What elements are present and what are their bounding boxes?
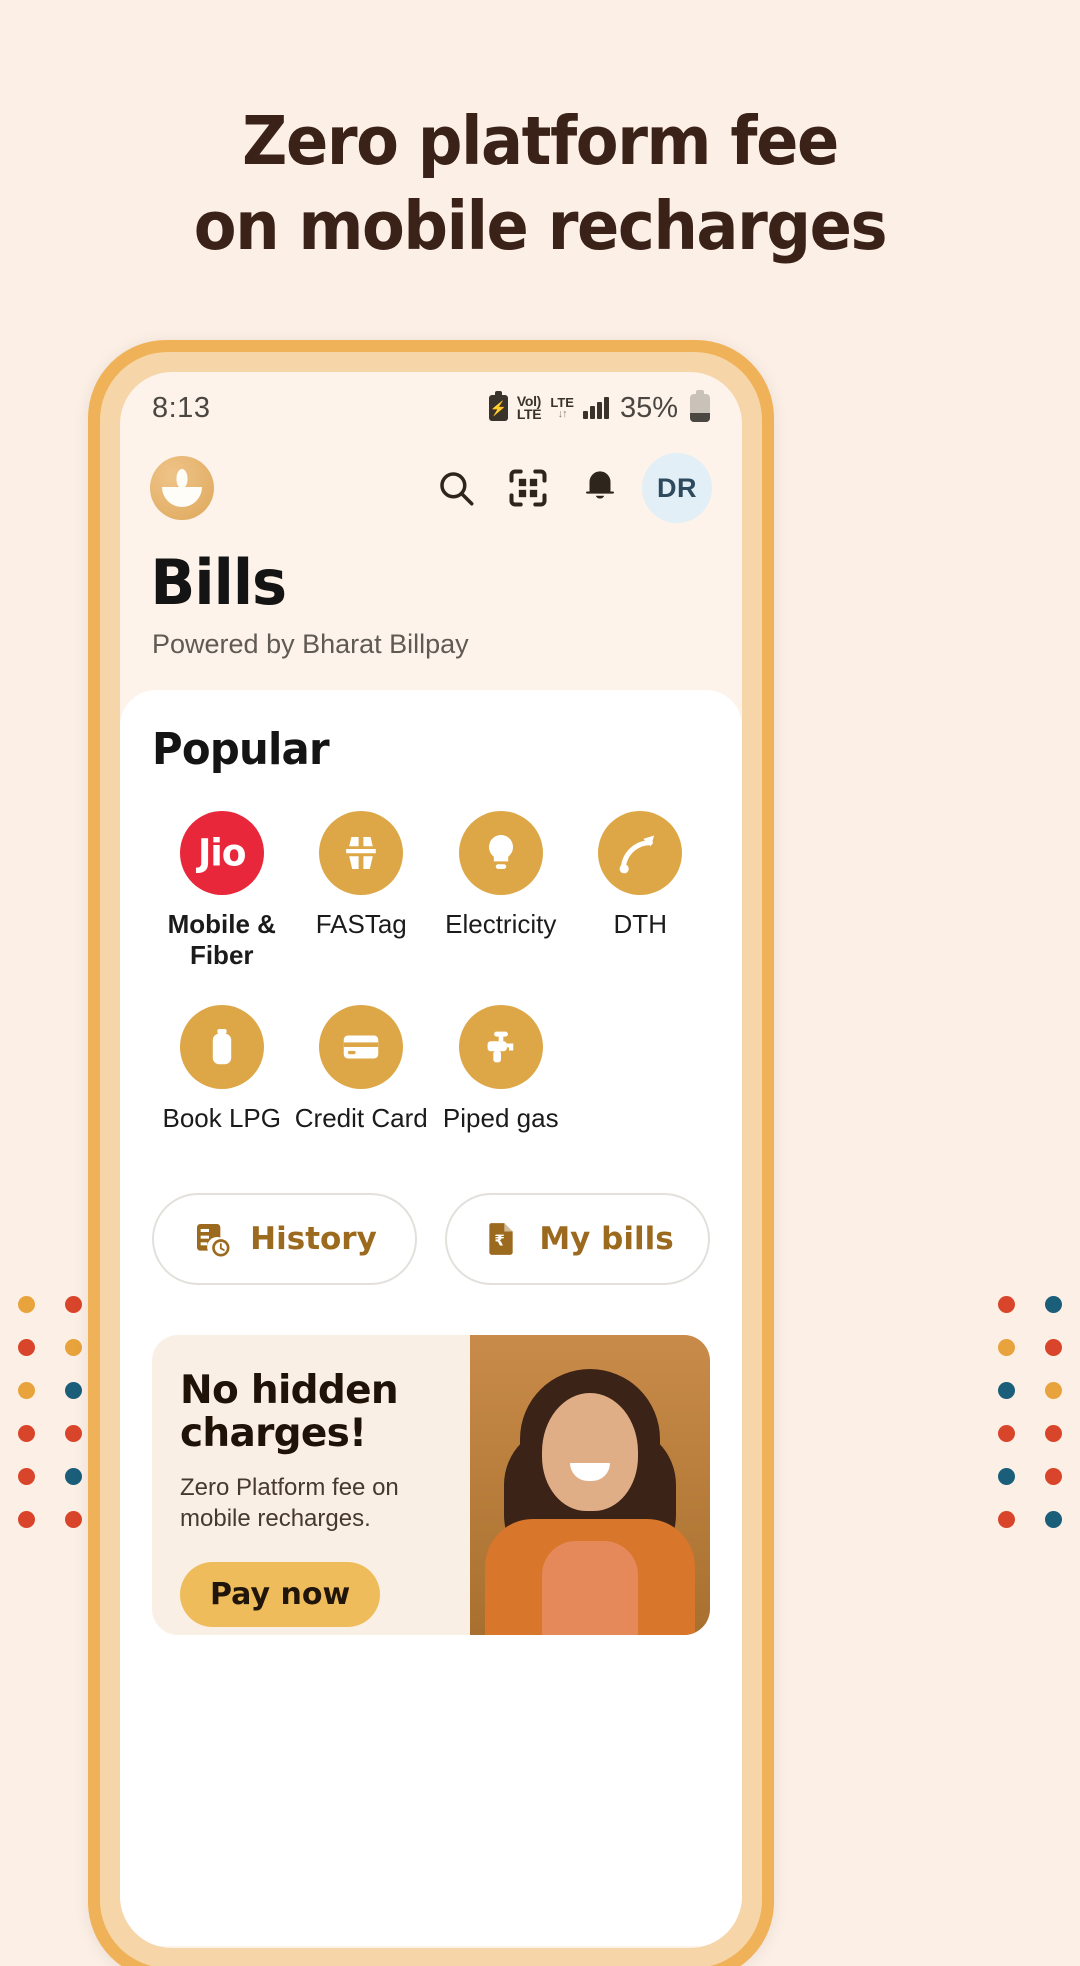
battery-icon bbox=[690, 390, 710, 422]
svg-text:₹: ₹ bbox=[495, 1231, 505, 1249]
decor-dot bbox=[65, 1382, 82, 1399]
popular-tile-label: FASTag bbox=[315, 909, 407, 939]
lte-data-icon: LTE ↓↑ bbox=[550, 395, 574, 420]
lte-arrows: ↓↑ bbox=[557, 407, 568, 420]
decor-dot bbox=[1045, 1382, 1062, 1399]
popular-tile[interactable]: Book LPG bbox=[152, 1005, 292, 1134]
promo-heading-line-2: charges! bbox=[180, 1411, 367, 1457]
decor-dot bbox=[998, 1425, 1015, 1442]
light-bulb-icon bbox=[458, 811, 543, 895]
decor-dot bbox=[1045, 1511, 1062, 1528]
headline-line-2: on mobile recharges bbox=[193, 187, 888, 265]
phone-inner-bezel: 8:13 Vol) LTE LTE ↓↑ 35% bbox=[100, 352, 762, 1966]
bell-icon[interactable] bbox=[564, 452, 636, 524]
decor-dot bbox=[998, 1296, 1015, 1313]
decor-dot bbox=[998, 1339, 1015, 1356]
popular-tile[interactable]: FASTag bbox=[292, 811, 432, 971]
decor-dot bbox=[18, 1511, 35, 1528]
satellite-dish-icon bbox=[598, 811, 683, 895]
decor-dot bbox=[65, 1296, 82, 1313]
decor-dots-left bbox=[18, 1296, 82, 1528]
logo-flame-shape bbox=[176, 469, 188, 488]
app-header: DR bbox=[120, 436, 742, 524]
decor-dot bbox=[998, 1382, 1015, 1399]
popular-tile[interactable]: Jio Mobile & Fiber bbox=[152, 811, 292, 971]
qr-scan-icon[interactable] bbox=[492, 452, 564, 524]
decor-dot bbox=[1045, 1296, 1062, 1313]
content-sheet: Popular Jio Mobile & Fiber FASTag Electrici… bbox=[120, 690, 742, 1946]
gas-tap-icon bbox=[458, 1005, 543, 1090]
avatar[interactable]: DR bbox=[642, 453, 712, 523]
decor-dot bbox=[18, 1468, 35, 1485]
decor-dot bbox=[18, 1339, 35, 1356]
battery-percent-label: 35% bbox=[619, 391, 678, 424]
popular-tile[interactable]: Credit Card bbox=[292, 1005, 432, 1134]
popular-tile[interactable]: DTH bbox=[571, 811, 711, 971]
logo-bowl-shape bbox=[162, 487, 202, 507]
battery-saver-icon bbox=[488, 391, 508, 421]
popular-tile-label: Credit Card bbox=[294, 1103, 428, 1134]
my-bills-button[interactable]: ₹ My bills bbox=[445, 1192, 710, 1285]
popular-tile-label: Piped gas bbox=[442, 1103, 559, 1134]
history-button[interactable]: History bbox=[152, 1192, 417, 1285]
photo-face bbox=[542, 1392, 638, 1511]
promo-text-column: No hidden charges! Zero Platform fee on … bbox=[152, 1335, 470, 1635]
action-buttons-row: History ₹ My bills bbox=[152, 1192, 710, 1285]
history-button-label: History bbox=[250, 1220, 377, 1257]
bill-document-rupee-icon: ₹ bbox=[489, 1222, 513, 1255]
headline-line-1: Zero platform fee bbox=[242, 102, 839, 180]
cred-diya-logo[interactable] bbox=[150, 456, 214, 520]
decor-dot bbox=[18, 1425, 35, 1442]
signal-bars-icon bbox=[582, 397, 609, 419]
page-title: Bills bbox=[150, 546, 287, 619]
gas-cylinder-icon bbox=[179, 1005, 264, 1090]
photo-shirt bbox=[542, 1540, 638, 1635]
promo-banner[interactable]: No hidden charges! Zero Platform fee on … bbox=[152, 1334, 710, 1635]
volte-icon: Vol) LTE bbox=[516, 394, 542, 422]
avatar-initials: DR bbox=[657, 472, 697, 503]
volte-label-bottom: LTE bbox=[516, 406, 542, 422]
popular-tile[interactable]: Electricity bbox=[431, 811, 571, 971]
decor-dot bbox=[65, 1468, 82, 1485]
page-headline: Zero platform fee on mobile recharges bbox=[38, 108, 1042, 260]
promo-heading: No hidden charges! bbox=[180, 1367, 470, 1457]
decor-dot bbox=[1045, 1425, 1062, 1442]
popular-section-title: Popular bbox=[152, 724, 330, 775]
popular-tile-label: DTH bbox=[613, 909, 667, 939]
pay-now-button[interactable]: Pay now bbox=[180, 1562, 381, 1628]
search-icon[interactable] bbox=[420, 452, 492, 524]
credit-card-icon bbox=[319, 1005, 404, 1090]
toll-booth-icon bbox=[319, 811, 404, 895]
decor-dot bbox=[18, 1296, 35, 1313]
status-bar: 8:13 Vol) LTE LTE ↓↑ 35% bbox=[120, 372, 742, 436]
phone-screen: 8:13 Vol) LTE LTE ↓↑ 35% bbox=[120, 372, 742, 1948]
decor-dot bbox=[998, 1511, 1015, 1528]
popular-tile-label: Electricity bbox=[445, 909, 557, 939]
decor-dot bbox=[998, 1468, 1015, 1485]
popular-tile-label: Mobile & Fiber bbox=[167, 909, 276, 971]
jio-logo-icon: Jio bbox=[179, 811, 264, 895]
page-subtitle: Powered by Bharat Billpay bbox=[152, 629, 469, 659]
decor-dot bbox=[1045, 1468, 1062, 1485]
jio-wordmark: Jio bbox=[198, 831, 246, 875]
decor-dot bbox=[65, 1339, 82, 1356]
history-receipt-icon bbox=[197, 1223, 230, 1257]
decor-dot bbox=[1045, 1339, 1062, 1356]
promo-heading-line-1: No hidden bbox=[180, 1367, 399, 1413]
status-bar-time: 8:13 bbox=[152, 391, 211, 424]
popular-grid: Jio Mobile & Fiber FASTag Electricity DTH Boo… bbox=[152, 811, 710, 1135]
decor-dot bbox=[65, 1425, 82, 1442]
decor-dot bbox=[18, 1382, 35, 1399]
promo-body-text: Zero Platform fee on mobile recharges. bbox=[180, 1473, 399, 1533]
my-bills-button-label: My bills bbox=[539, 1220, 674, 1257]
smiling-woman-with-phone-photo bbox=[470, 1334, 710, 1635]
popular-tile-label: Book LPG bbox=[162, 1103, 281, 1134]
popular-tile[interactable]: Piped gas bbox=[431, 1005, 571, 1134]
decor-dot bbox=[65, 1511, 82, 1528]
status-bar-indicators: Vol) LTE LTE ↓↑ 35% bbox=[488, 390, 710, 425]
phone-mockup-frame: 8:13 Vol) LTE LTE ↓↑ 35% bbox=[88, 340, 774, 1966]
decor-dots-right bbox=[998, 1296, 1062, 1528]
